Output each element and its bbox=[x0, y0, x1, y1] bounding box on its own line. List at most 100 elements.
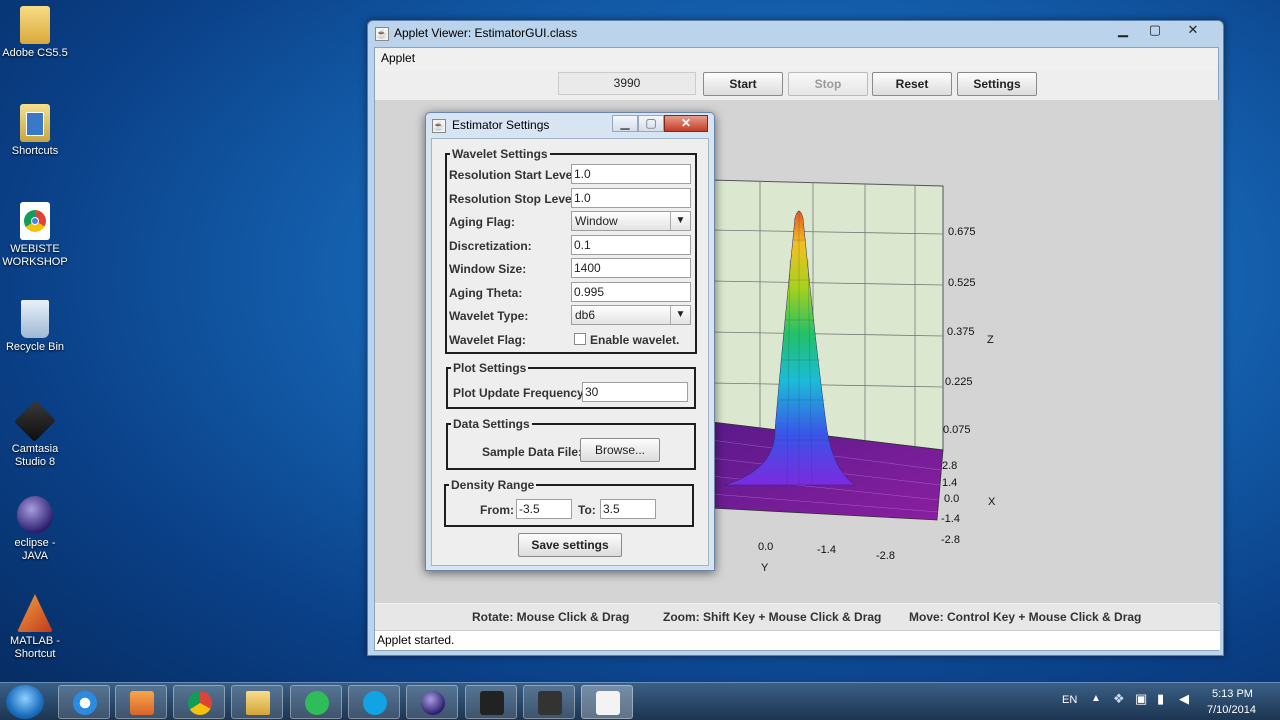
save-settings-button[interactable]: Save settings bbox=[518, 533, 622, 557]
help-zoom: Zoom: Shift Key + Mouse Click & Drag bbox=[663, 610, 882, 624]
stop-button[interactable]: Stop bbox=[788, 72, 868, 96]
taskbar-chrome[interactable] bbox=[173, 685, 225, 719]
taskbar-explorer[interactable] bbox=[231, 685, 283, 719]
iteration-counter: 3990 bbox=[558, 72, 696, 95]
z-tick: 0.375 bbox=[947, 326, 975, 338]
show-hidden-icons-chevron-up-icon[interactable]: ▲ bbox=[1091, 693, 1101, 704]
y-axis-label: Y bbox=[761, 562, 769, 574]
spotify-icon bbox=[305, 691, 329, 715]
chevron-down-icon[interactable]: ▼ bbox=[670, 306, 690, 324]
recycle-bin-icon bbox=[21, 300, 49, 338]
x-tick: -1.4 bbox=[941, 513, 960, 525]
usb-icon[interactable]: ▣ bbox=[1135, 691, 1147, 707]
y-tick: 0.0 bbox=[758, 541, 773, 553]
desktop-icon-adobe[interactable]: Adobe CS5.5 bbox=[2, 6, 68, 60]
discretization-field[interactable]: 0.1 bbox=[571, 235, 691, 255]
z-tick: 0.075 bbox=[943, 424, 971, 436]
desktop-icon-label: eclipse - JAVA bbox=[14, 537, 56, 562]
taskbar-camtasia[interactable] bbox=[465, 685, 517, 719]
y-tick: -2.8 bbox=[876, 550, 895, 562]
aging-theta-field[interactable]: 0.995 bbox=[571, 282, 691, 302]
plot-back-wall bbox=[710, 179, 944, 451]
desktop-icon-shortcuts[interactable]: Shortcuts bbox=[2, 104, 68, 158]
taskbar-skype[interactable] bbox=[348, 685, 400, 719]
aging-flag-select[interactable]: Window ▼ bbox=[571, 211, 691, 231]
language-indicator[interactable]: EN bbox=[1062, 694, 1077, 706]
desktop-icon-eclipse[interactable]: eclipse - JAVA bbox=[2, 496, 68, 563]
settings-minimize-button[interactable]: ▁ bbox=[612, 115, 638, 132]
network-signal-icon[interactable]: ▮ bbox=[1157, 691, 1164, 707]
y-tick: -1.4 bbox=[817, 544, 836, 556]
res-start-field[interactable]: 1.0 bbox=[571, 164, 691, 184]
settings-client-area: Wavelet Settings Resolution Start Level:… bbox=[431, 138, 709, 566]
plot-settings-legend: Plot Settings bbox=[453, 361, 527, 375]
desktop-icon-camtasia[interactable]: Camtasia Studio 8 bbox=[2, 400, 68, 469]
skype-icon bbox=[363, 691, 387, 715]
minimize-button[interactable]: ▁ bbox=[1107, 21, 1139, 41]
z-tick: 0.525 bbox=[948, 277, 976, 289]
taskbar: EN ▲ ❖ ▣ ▮ ◀ 5:13 PM 7/10/2014 bbox=[0, 682, 1280, 720]
desktop-icon-label: MATLAB - Shortcut bbox=[10, 635, 60, 660]
start-orb[interactable] bbox=[6, 685, 44, 719]
clock-time[interactable]: 5:13 PM bbox=[1212, 688, 1253, 700]
desktop-icon-recycle-bin[interactable]: Recycle Bin bbox=[2, 300, 68, 354]
x-tick: 2.8 bbox=[942, 460, 957, 472]
close-button[interactable]: ✕ bbox=[1171, 21, 1215, 41]
settings-titlebar[interactable]: ☕ Estimator Settings ▁ ▢ ✕ bbox=[426, 113, 714, 137]
java-icon: ☕ bbox=[375, 27, 389, 41]
desktop-icon-label: Adobe CS5.5 bbox=[2, 47, 68, 59]
window-size-field[interactable]: 1400 bbox=[571, 258, 691, 278]
taskbar-eclipse[interactable] bbox=[406, 685, 458, 719]
from-field[interactable]: -3.5 bbox=[516, 499, 572, 519]
maximize-button[interactable]: ▢ bbox=[1139, 21, 1171, 41]
matlab-icon bbox=[17, 594, 53, 632]
settings-button[interactable]: Settings bbox=[957, 72, 1037, 96]
estimator-settings-dialog: ☕ Estimator Settings ▁ ▢ ✕ Wavelet Setti… bbox=[425, 112, 715, 571]
taskbar-spotify[interactable] bbox=[290, 685, 342, 719]
desktop-icon-matlab[interactable]: MATLAB - Shortcut bbox=[2, 594, 68, 661]
to-label: To: bbox=[578, 503, 596, 517]
res-stop-label: Resolution Stop Level: bbox=[449, 192, 580, 206]
taskbar-java[interactable] bbox=[581, 685, 633, 719]
media-player-icon bbox=[130, 691, 154, 715]
z-tick: 0.225 bbox=[945, 376, 973, 388]
wavelet-type-select[interactable]: db6 ▼ bbox=[571, 305, 691, 325]
status-bar: Applet started. bbox=[375, 630, 1220, 650]
settings-close-button[interactable]: ✕ bbox=[664, 115, 708, 132]
sample-data-file-label: Sample Data File: bbox=[482, 445, 583, 459]
aging-theta-label: Aging Theta: bbox=[449, 286, 523, 300]
settings-title: Estimator Settings bbox=[452, 118, 550, 132]
volume-icon[interactable]: ◀ bbox=[1179, 691, 1189, 707]
chevron-down-icon[interactable]: ▼ bbox=[670, 212, 690, 230]
eclipse-icon bbox=[17, 496, 53, 534]
start-button[interactable]: Start bbox=[703, 72, 783, 96]
help-rotate: Rotate: Mouse Click & Drag bbox=[472, 610, 630, 624]
desktop-icon-webiste-workshop[interactable]: WEBISTE WORKSHOP bbox=[2, 202, 68, 269]
folder-icon bbox=[246, 691, 270, 715]
help-move: Move: Control Key + Mouse Click & Drag bbox=[909, 610, 1142, 624]
camtasia-icon bbox=[14, 400, 56, 442]
wavelet-settings-legend: Wavelet Settings bbox=[452, 147, 548, 161]
taskbar-camtasia-recorder[interactable] bbox=[523, 685, 575, 719]
folder-icon bbox=[20, 104, 50, 142]
browse-button[interactable]: Browse... bbox=[580, 438, 660, 462]
enable-wavelet-checkbox[interactable] bbox=[574, 333, 586, 345]
folder-icon bbox=[20, 6, 50, 44]
taskbar-ie[interactable] bbox=[58, 685, 110, 719]
applet-titlebar[interactable]: ☕ Applet Viewer: EstimatorGUI.class ▁ ▢ … bbox=[368, 21, 1223, 47]
reset-button[interactable]: Reset bbox=[872, 72, 952, 96]
clock-date[interactable]: 7/10/2014 bbox=[1207, 704, 1256, 716]
enable-wavelet-label[interactable]: Enable wavelet. bbox=[590, 333, 679, 347]
aging-flag-value: Window bbox=[575, 214, 618, 228]
desktop-icon-label: Shortcuts bbox=[11, 145, 59, 157]
settings-maximize-button[interactable]: ▢ bbox=[638, 115, 664, 132]
res-stop-field[interactable]: 1.0 bbox=[571, 188, 691, 208]
desktop-icon-label: WEBISTE WORKSHOP bbox=[2, 243, 68, 268]
wavelet-type-label: Wavelet Type: bbox=[449, 309, 529, 323]
from-label: From: bbox=[480, 503, 514, 517]
to-field[interactable]: 3.5 bbox=[600, 499, 656, 519]
menu-applet[interactable]: Applet bbox=[381, 51, 415, 65]
update-frequency-field[interactable]: 30 bbox=[582, 382, 688, 402]
taskbar-media[interactable] bbox=[115, 685, 167, 719]
dropbox-icon[interactable]: ❖ bbox=[1113, 691, 1125, 707]
